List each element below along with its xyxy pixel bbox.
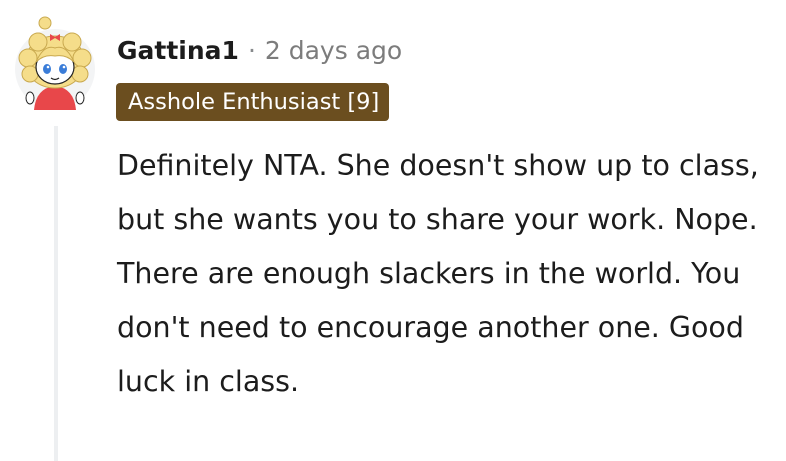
user-avatar[interactable]: [14, 14, 96, 110]
separator-dot: ·: [247, 35, 256, 65]
snoo-avatar-icon: [15, 16, 95, 110]
user-flair-badge: Asshole Enthusiast [9]: [116, 83, 390, 121]
username-link[interactable]: Gattina1: [117, 36, 239, 65]
comment-body: Definitely NTA. She doesn't show up to c…: [117, 139, 767, 409]
comment-text: Definitely NTA. She doesn't show up to c…: [117, 149, 759, 398]
thread-line[interactable]: [54, 126, 58, 461]
timestamp-link[interactable]: 2 days ago: [265, 36, 402, 65]
comment-header: Gattina1 · 2 days ago: [117, 30, 402, 70]
